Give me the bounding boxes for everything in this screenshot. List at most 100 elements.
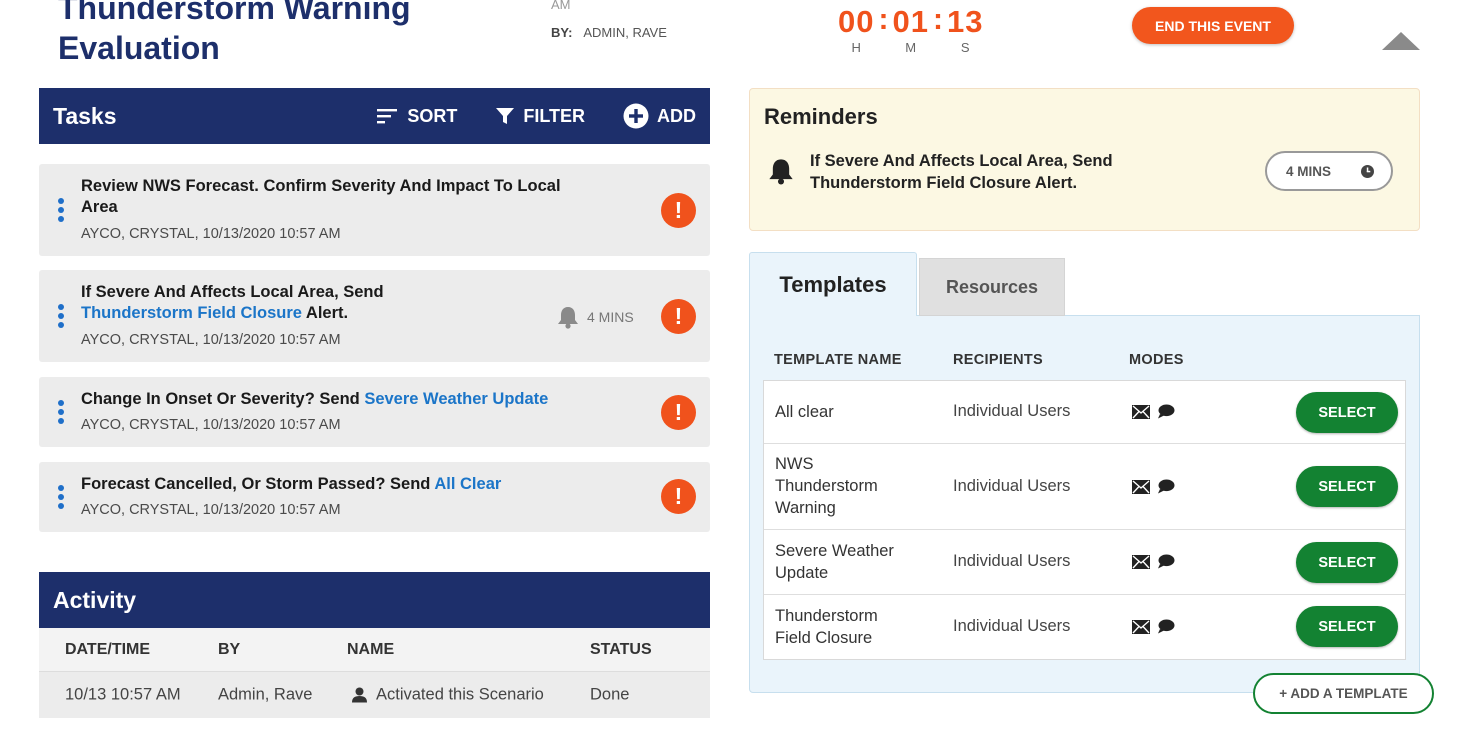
template-row: Severe Weather Update Individual Users S… xyxy=(764,530,1405,595)
reminders-title: Reminders xyxy=(764,104,878,129)
filter-label: FILTER xyxy=(523,105,585,126)
select-template-button[interactable]: SELECT xyxy=(1296,466,1398,507)
task-text: If Severe And Affects Local Area, Send T… xyxy=(81,282,384,324)
select-template-button[interactable]: SELECT xyxy=(1296,392,1398,433)
add-task-button[interactable]: ADD xyxy=(623,103,696,129)
task-text: Review NWS Forecast. Confirm Severity An… xyxy=(81,176,561,218)
timer-minutes-value: 01 xyxy=(892,4,929,39)
template-link[interactable]: Thunderstorm Field Closure xyxy=(81,304,302,322)
activity-name: Activated this Scenario xyxy=(351,686,544,705)
sort-icon xyxy=(377,109,398,124)
sort-label: SORT xyxy=(407,105,458,126)
email-icon xyxy=(1132,479,1150,494)
sort-button[interactable]: SORT xyxy=(377,106,457,127)
timer-colon: : xyxy=(932,3,943,36)
template-recipients: Individual Users xyxy=(953,617,1071,635)
template-recipients: Individual Users xyxy=(953,552,1071,570)
select-template-button[interactable]: SELECT xyxy=(1296,606,1398,647)
activity-name-text: Activated this Scenario xyxy=(376,685,544,704)
col-template-name: TEMPLATE NAME xyxy=(774,352,902,368)
filter-button[interactable]: FILTER xyxy=(495,106,585,127)
template-link[interactable]: All Clear xyxy=(434,475,501,493)
by-label: BY: xyxy=(551,25,573,40)
activity-row: 10/13 10:57 AM Admin, Rave Activated thi… xyxy=(39,672,710,718)
col-name: NAME xyxy=(347,640,395,658)
timer-seconds-label: S xyxy=(960,40,970,55)
template-recipients: Individual Users xyxy=(953,477,1071,495)
page: Thunderstorm Warning Evaluation AM BY: A… xyxy=(0,0,1463,736)
select-template-button[interactable]: SELECT xyxy=(1296,542,1398,583)
event-meta: AM BY: ADMIN, RAVE xyxy=(551,0,667,43)
reminder-text-line: If Severe And Affects Local Area, Send xyxy=(810,152,1113,170)
timer-hours-label: H xyxy=(851,40,861,55)
template-row: All clear Individual Users SELECT xyxy=(764,381,1405,444)
task-text-line: If Severe And Affects Local Area, Send xyxy=(81,283,384,301)
task-menu-icon[interactable] xyxy=(58,485,64,509)
add-template-button[interactable]: + ADD A TEMPLATE xyxy=(1253,673,1434,714)
timer-minutes: 01 M xyxy=(892,4,928,56)
add-label: ADD xyxy=(657,105,696,126)
template-modes xyxy=(1132,479,1175,494)
task-menu-icon[interactable] xyxy=(58,304,64,328)
priority-alert-icon: ! xyxy=(661,395,696,430)
reminders-panel: Reminders If Severe And Affects Local Ar… xyxy=(749,88,1420,231)
clock-icon xyxy=(1361,164,1374,178)
priority-alert-icon: ! xyxy=(661,193,696,228)
meta-by-row: BY: ADMIN, RAVE xyxy=(551,22,667,43)
tasks-title: Tasks xyxy=(53,102,117,129)
task-card[interactable]: If Severe And Affects Local Area, Send T… xyxy=(39,270,710,362)
task-card[interactable]: Review NWS Forecast. Confirm Severity An… xyxy=(39,164,710,256)
template-name: Thunderstorm Field Closure xyxy=(775,607,878,647)
collapse-up-icon[interactable] xyxy=(1382,32,1420,50)
template-modes xyxy=(1132,554,1175,569)
task-meta: AYCO, CRYSTAL, 10/13/2020 10:57 AM xyxy=(81,417,341,433)
task-text-line: Review NWS Forecast. Confirm Severity An… xyxy=(81,177,561,195)
priority-alert-icon: ! xyxy=(661,479,696,514)
sms-bubble-icon xyxy=(1158,479,1175,494)
template-link[interactable]: Severe Weather Update xyxy=(364,390,548,408)
col-by: BY xyxy=(218,640,241,658)
email-icon xyxy=(1132,404,1150,419)
task-menu-icon[interactable] xyxy=(58,400,64,424)
priority-alert-icon: ! xyxy=(661,299,696,334)
page-title-line2: Evaluation xyxy=(58,30,220,66)
activity-header: Activity xyxy=(39,572,710,628)
task-meta: AYCO, CRYSTAL, 10/13/2020 10:57 AM xyxy=(81,332,341,348)
tab-resources[interactable]: Resources xyxy=(919,258,1065,316)
task-text: Change In Onset Or Severity? Send Severe… xyxy=(81,389,548,410)
task-text-line: Forecast Cancelled, Or Storm Passed? Sen… xyxy=(81,475,435,493)
task-card[interactable]: Change In Onset Or Severity? Send Severe… xyxy=(39,377,710,447)
filter-icon xyxy=(496,108,515,124)
activity-by: Admin, Rave xyxy=(218,685,313,704)
end-event-button[interactable]: END THIS EVENT xyxy=(1132,7,1294,44)
templates-table: All clear Individual Users SELECT NWS Th… xyxy=(763,380,1406,660)
task-card[interactable]: Forecast Cancelled, Or Storm Passed? Sen… xyxy=(39,462,710,532)
template-modes xyxy=(1132,404,1175,419)
sms-bubble-icon xyxy=(1158,619,1175,634)
bell-icon xyxy=(558,307,578,329)
reminder-time-pill[interactable]: 4 MINS xyxy=(1265,151,1393,191)
template-row: Thunderstorm Field Closure Individual Us… xyxy=(764,595,1405,659)
task-text-suffix: Alert. xyxy=(301,304,349,322)
activity-status: Done xyxy=(590,685,630,704)
task-reminder-time: 4 MINS xyxy=(587,309,634,325)
timer-seconds-value: 13 xyxy=(946,4,984,39)
reminder-text-line: Thunderstorm Field Closure Alert. xyxy=(810,174,1078,192)
plus-circle-icon xyxy=(623,103,649,129)
task-menu-icon[interactable] xyxy=(58,198,64,222)
activity-table-header: DATE/TIME BY NAME STATUS xyxy=(39,628,710,672)
timer-minutes-label: M xyxy=(905,40,917,55)
task-text-line: Thunderstorm Field Closure Alert. xyxy=(81,303,384,324)
timer-colon: : xyxy=(878,3,889,36)
tab-templates[interactable]: Templates xyxy=(749,252,917,316)
activity-datetime: 10/13 10:57 AM xyxy=(65,685,181,704)
task-text: Forecast Cancelled, Or Storm Passed? Sen… xyxy=(81,474,501,495)
reminder-text: If Severe And Affects Local Area, Send T… xyxy=(810,150,1113,194)
reminder-time: 4 MINS xyxy=(1286,163,1332,179)
tasks-header: Tasks SORT FILTER ADD xyxy=(39,88,710,144)
task-text-line: Area xyxy=(81,198,118,216)
template-row: NWS Thunderstorm Warning Individual User… xyxy=(764,444,1405,530)
col-datetime: DATE/TIME xyxy=(65,640,151,658)
page-title-line1: Thunderstorm Warning xyxy=(58,0,411,26)
sms-bubble-icon xyxy=(1158,554,1175,569)
